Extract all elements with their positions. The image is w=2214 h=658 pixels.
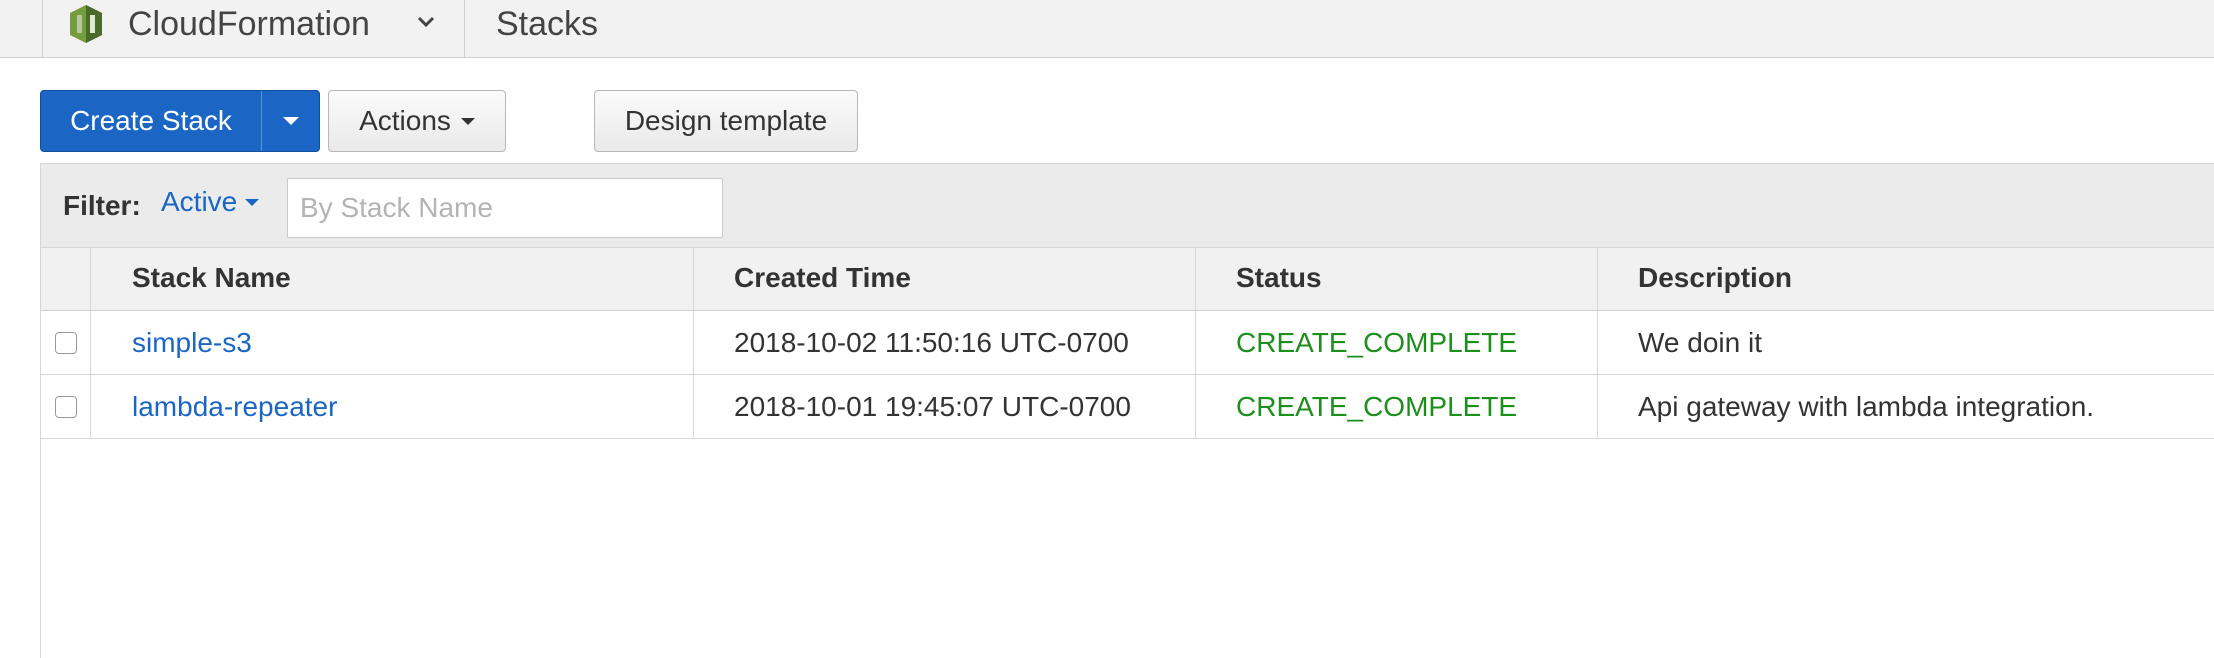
filter-bar: Filter: Active xyxy=(40,163,2214,247)
design-template-button[interactable]: Design template xyxy=(594,90,858,152)
create-stack-button[interactable]: Create Stack xyxy=(41,91,261,151)
stack-name-search-input[interactable] xyxy=(287,178,723,238)
column-header-status[interactable]: Status xyxy=(1236,262,1322,294)
filter-status-dropdown[interactable]: Active xyxy=(161,186,260,218)
filter-status-value: Active xyxy=(161,186,238,217)
caret-down-icon xyxy=(283,117,299,125)
service-name[interactable]: CloudFormation xyxy=(128,4,370,44)
created-time: 2018-10-01 19:45:07 UTC-0700 xyxy=(734,391,1131,422)
status-text: CREATE_COMPLETE xyxy=(1236,391,1518,422)
stack-name-link[interactable]: simple-s3 xyxy=(132,327,252,359)
actions-button[interactable]: Actions xyxy=(328,90,506,152)
cloudformation-logo-icon[interactable] xyxy=(68,4,104,44)
caret-down-icon xyxy=(245,198,260,206)
row-select-checkbox[interactable] xyxy=(55,332,77,354)
header-divider xyxy=(42,0,43,58)
table-row[interactable]: lambda-repeater 2018-10-01 19:45:07 UTC-… xyxy=(41,375,2214,439)
page-title: Stacks xyxy=(496,5,599,43)
column-header-description[interactable]: Description xyxy=(1638,262,1792,294)
stacks-table: Stack Name Created Time Status Descripti… xyxy=(40,247,2214,658)
row-select-checkbox[interactable] xyxy=(55,396,77,418)
column-header-created-time[interactable]: Created Time xyxy=(734,262,911,294)
table-row[interactable]: simple-s3 2018-10-02 11:50:16 UTC-0700 C… xyxy=(41,311,2214,375)
filter-label: Filter: xyxy=(63,190,141,221)
stack-name-link[interactable]: lambda-repeater xyxy=(132,391,337,423)
actions-button-label: Actions xyxy=(359,105,451,136)
header-divider xyxy=(464,0,465,58)
table-header: Stack Name Created Time Status Descripti… xyxy=(41,247,2214,311)
caret-down-icon xyxy=(460,117,475,125)
top-navigation-bar: CloudFormation Stacks xyxy=(0,0,2214,58)
description-text: Api gateway with lambda integration. xyxy=(1638,391,2095,422)
column-header-stack-name[interactable]: Stack Name xyxy=(132,262,291,294)
created-time: 2018-10-02 11:50:16 UTC-0700 xyxy=(734,327,1129,358)
status-text: CREATE_COMPLETE xyxy=(1236,327,1518,358)
create-stack-button-group[interactable]: Create Stack xyxy=(40,90,320,152)
chevron-down-icon[interactable] xyxy=(414,10,438,34)
description-text: We doin it xyxy=(1638,327,1762,358)
create-stack-dropdown-toggle[interactable] xyxy=(261,91,320,151)
